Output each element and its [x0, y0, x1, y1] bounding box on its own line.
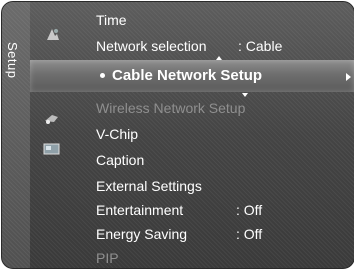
submenu-arrow-icon: [346, 73, 351, 81]
menu-item-label: V-Chip: [96, 126, 139, 142]
menu-item-label: Time: [96, 12, 127, 28]
selected-menu-item-bar[interactable]: Cable Network Setup: [30, 60, 354, 92]
menu-item-caption[interactable]: Caption: [96, 150, 144, 170]
input-icon[interactable]: [42, 110, 62, 128]
menu-item-v-chip[interactable]: V-Chip: [96, 124, 138, 144]
menu-item-label: Wireless Network Setup: [96, 100, 246, 116]
scroll-down-icon: [242, 93, 248, 97]
menu-item-label: Caption: [96, 152, 145, 168]
tv-menu-panel: Setup Cable Network Setup Time Network s…: [1, 1, 354, 269]
menu-item-cable-network-setup: Cable Network Setup: [112, 67, 263, 84]
menu-item-wireless-network-setup: Wireless Network Setup: [96, 98, 245, 118]
menu-item-label: PIP: [96, 250, 119, 266]
menu-item-energy-saving[interactable]: Energy Saving : Off: [96, 224, 262, 244]
menu-category-label: Setup: [5, 42, 20, 79]
menu-item-external-settings[interactable]: External Settings: [96, 176, 202, 196]
menu-item-time[interactable]: Time: [96, 10, 127, 30]
menu-item-entertainment[interactable]: Entertainment : Off: [96, 200, 262, 220]
menu-item-value: : Off: [236, 226, 263, 242]
menu-item-network-selection[interactable]: Network selection : Cable: [96, 36, 282, 56]
application-icon[interactable]: [42, 140, 62, 158]
menu-item-pip: PIP: [96, 248, 119, 268]
scroll-up-icon: [216, 56, 222, 60]
menu-item-label: Entertainment: [96, 202, 184, 218]
picture-icon[interactable]: [42, 26, 62, 44]
menu-item-value: : Off: [236, 202, 263, 218]
menu-item-label: External Settings: [96, 178, 202, 194]
menu-category-tab[interactable]: Setup: [2, 2, 30, 268]
category-icon-column: [30, 2, 74, 268]
menu-item-label: Energy Saving: [96, 226, 188, 242]
selection-bullet-icon: [100, 73, 105, 78]
menu-item-label: Network selection: [96, 38, 207, 54]
menu-item-value: : Cable: [238, 38, 283, 54]
